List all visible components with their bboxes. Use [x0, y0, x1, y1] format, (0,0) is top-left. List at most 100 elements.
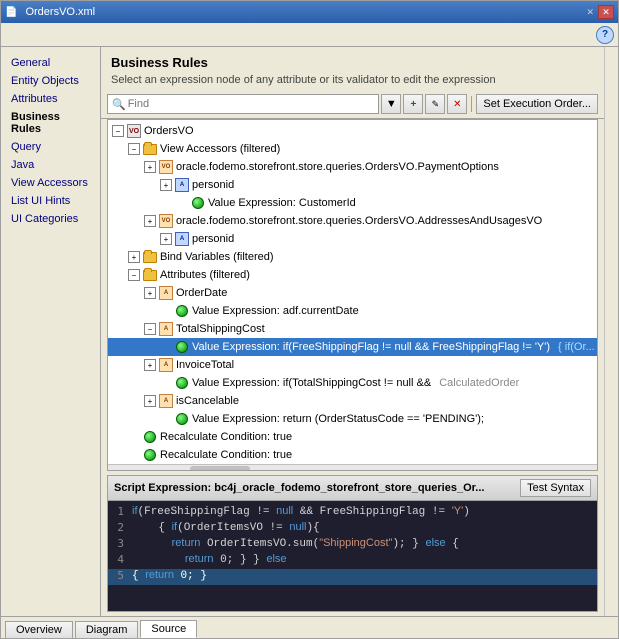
- expand-iscancelable[interactable]: +: [144, 395, 156, 407]
- tree-node-personid-1[interactable]: + A personid: [108, 176, 597, 194]
- green-icon-7: [142, 447, 158, 463]
- nav-ui-categories[interactable]: UI Categories: [5, 211, 96, 227]
- xml-attr-icon-4: A: [158, 393, 174, 409]
- nav-query[interactable]: Query: [5, 139, 96, 155]
- close-button[interactable]: ✕: [598, 5, 614, 19]
- tree-node-bind-vars[interactable]: + Bind Variables (filtered): [108, 248, 597, 266]
- search-input[interactable]: [128, 98, 375, 110]
- nav-java[interactable]: Java: [5, 157, 96, 173]
- window-title: OrdersVO.xml: [21, 6, 586, 18]
- green-icon-3: [174, 339, 190, 355]
- tab-diagram[interactable]: Diagram: [75, 621, 139, 638]
- tree-node-root[interactable]: − VO OrdersVO: [108, 122, 597, 140]
- tree-node-custid[interactable]: Value Expression: CustomerId: [108, 194, 597, 212]
- expand-root[interactable]: −: [112, 125, 124, 137]
- recalculate-2-label: Recalculate Condition: true: [160, 449, 292, 461]
- set-execution-order-button[interactable]: Set Execution Order...: [476, 94, 598, 114]
- line-code-4: return 0; } } else: [132, 553, 287, 566]
- edit-button[interactable]: ✎: [425, 94, 445, 114]
- expand-payment[interactable]: +: [144, 161, 156, 173]
- tree-node-totalshipping-ve[interactable]: Value Expression: if(TotalShippingCost !…: [108, 374, 597, 392]
- tree-node-attrs-filtered[interactable]: − Attributes (filtered): [108, 266, 597, 284]
- script-content: 1 if(FreeShippingFlag != null && FreeShi…: [108, 501, 597, 611]
- orderdate-label: OrderDate: [176, 287, 227, 299]
- xml-attr-icon-3: A: [158, 357, 174, 373]
- code-line-3: 3 return OrderItemsVO.sum("ShippingCost"…: [108, 537, 597, 553]
- attr-icon-2: A: [174, 231, 190, 247]
- line-code-5: { return 0; }: [132, 569, 207, 582]
- horizontal-scrollbar[interactable]: [108, 464, 597, 471]
- tree-node-totalshipping[interactable]: − A TotalShippingCost: [108, 320, 597, 338]
- expand-attrs[interactable]: −: [128, 269, 140, 281]
- tree-node-personid-2[interactable]: + A personid: [108, 230, 597, 248]
- green-icon-1: [190, 195, 206, 211]
- tab-overview[interactable]: Overview: [5, 621, 73, 638]
- tree-node-invoicetotal[interactable]: + A InvoiceTotal: [108, 356, 597, 374]
- tree-node-orderstatuscode[interactable]: Value Expression: return (OrderStatusCod…: [108, 410, 597, 428]
- totalshipping-label: TotalShippingCost: [176, 323, 265, 335]
- custid-label: Value Expression: CustomerId: [208, 197, 356, 209]
- code-line-1: 1 if(FreeShippingFlag != null && FreeShi…: [108, 505, 597, 521]
- personid-1-label: personid: [192, 179, 234, 191]
- expand-personid-1[interactable]: +: [160, 179, 172, 191]
- left-nav: General Entity Objects Attributes Busine…: [1, 47, 101, 616]
- expand-personid-2[interactable]: +: [160, 233, 172, 245]
- main-window: 📄 OrdersVO.xml ✕ ✕ ? General Entity Obje…: [0, 0, 619, 639]
- line-code-3: return OrderItemsVO.sum("ShippingCost");…: [132, 537, 459, 550]
- script-area: Script Expression: bc4j_oracle_fodemo_st…: [107, 475, 598, 612]
- folder-icon-1: [142, 141, 158, 157]
- expand-totalshipping[interactable]: −: [144, 323, 156, 335]
- tree-node-recalculate-2[interactable]: Recalculate Condition: true: [108, 446, 597, 464]
- nav-attributes[interactable]: Attributes: [5, 91, 96, 107]
- expand-addresses[interactable]: +: [144, 215, 156, 227]
- payment-options-label: oracle.fodemo.storefront.store.queries.O…: [176, 161, 499, 173]
- tree-node-adf-date[interactable]: Value Expression: adf.currentDate: [108, 302, 597, 320]
- view-accessors-label: View Accessors (filtered): [160, 143, 280, 155]
- tree-node-iscancelable[interactable]: + A isCancelable: [108, 392, 597, 410]
- xml-icon-1: VO: [158, 159, 174, 175]
- panel-header: Business Rules Select an expression node…: [101, 47, 604, 90]
- nav-view-accessors[interactable]: View Accessors: [5, 175, 96, 191]
- search-box[interactable]: 🔍: [107, 94, 379, 114]
- nav-list-ui-hints[interactable]: List UI Hints: [5, 193, 96, 209]
- nav-entity-objects[interactable]: Entity Objects: [5, 73, 96, 89]
- expand-invoicetotal[interactable]: +: [144, 359, 156, 371]
- nav-business-rules[interactable]: Business Rules: [5, 109, 96, 137]
- help-button[interactable]: ?: [596, 26, 614, 44]
- xml-icon-2: VO: [158, 213, 174, 229]
- tree-area[interactable]: − VO OrdersVO − View Accessors (filtered…: [107, 119, 598, 471]
- tree-node-orderdate[interactable]: + A OrderDate: [108, 284, 597, 302]
- top-bar: ?: [1, 23, 618, 47]
- delete-button[interactable]: ✕: [447, 94, 467, 114]
- tree-node-freeshipping[interactable]: Value Expression: if(FreeShippingFlag !=…: [108, 338, 597, 356]
- attrs-filtered-label: Attributes (filtered): [160, 269, 250, 281]
- filter-button[interactable]: ▼: [381, 94, 401, 114]
- green-icon-5: [174, 411, 190, 427]
- tree-node-view-accessors[interactable]: − View Accessors (filtered): [108, 140, 597, 158]
- tree-node-payment-options[interactable]: + VO oracle.fodemo.storefront.store.quer…: [108, 158, 597, 176]
- green-icon-6: [142, 429, 158, 445]
- add-button[interactable]: +: [403, 94, 423, 114]
- nav-general[interactable]: General: [5, 55, 96, 71]
- line-num-3: 3: [108, 537, 132, 550]
- line-num-4: 4: [108, 553, 132, 566]
- adf-date-label: Value Expression: adf.currentDate: [192, 305, 359, 317]
- attr-icon-1: A: [174, 177, 190, 193]
- expand-view-acc[interactable]: −: [128, 143, 140, 155]
- expand-bind-vars[interactable]: +: [128, 251, 140, 263]
- iscancelable-label: isCancelable: [176, 395, 239, 407]
- totalshipping-ve-label: Value Expression: if(TotalShippingCost !…: [192, 377, 431, 389]
- code-line-4: 4 return 0; } } else: [108, 553, 597, 569]
- expand-orderdate[interactable]: +: [144, 287, 156, 299]
- xml-attr-icon-1: A: [158, 285, 174, 301]
- right-scrollbar[interactable]: [604, 47, 618, 616]
- test-syntax-button[interactable]: Test Syntax: [520, 479, 591, 497]
- tab-source[interactable]: Source: [140, 620, 197, 638]
- bind-vars-label: Bind Variables (filtered): [160, 251, 274, 263]
- tree-node-recalculate-1[interactable]: Recalculate Condition: true: [108, 428, 597, 446]
- line-num-5: 5: [108, 569, 132, 582]
- tree-node-addresses[interactable]: + VO oracle.fodemo.storefront.store.quer…: [108, 212, 597, 230]
- freeshipping-extra: { if(Or...: [558, 341, 595, 353]
- addresses-label: oracle.fodemo.storefront.store.queries.O…: [176, 215, 542, 227]
- line-code-2: { if(OrderItemsVO != null){: [132, 521, 320, 534]
